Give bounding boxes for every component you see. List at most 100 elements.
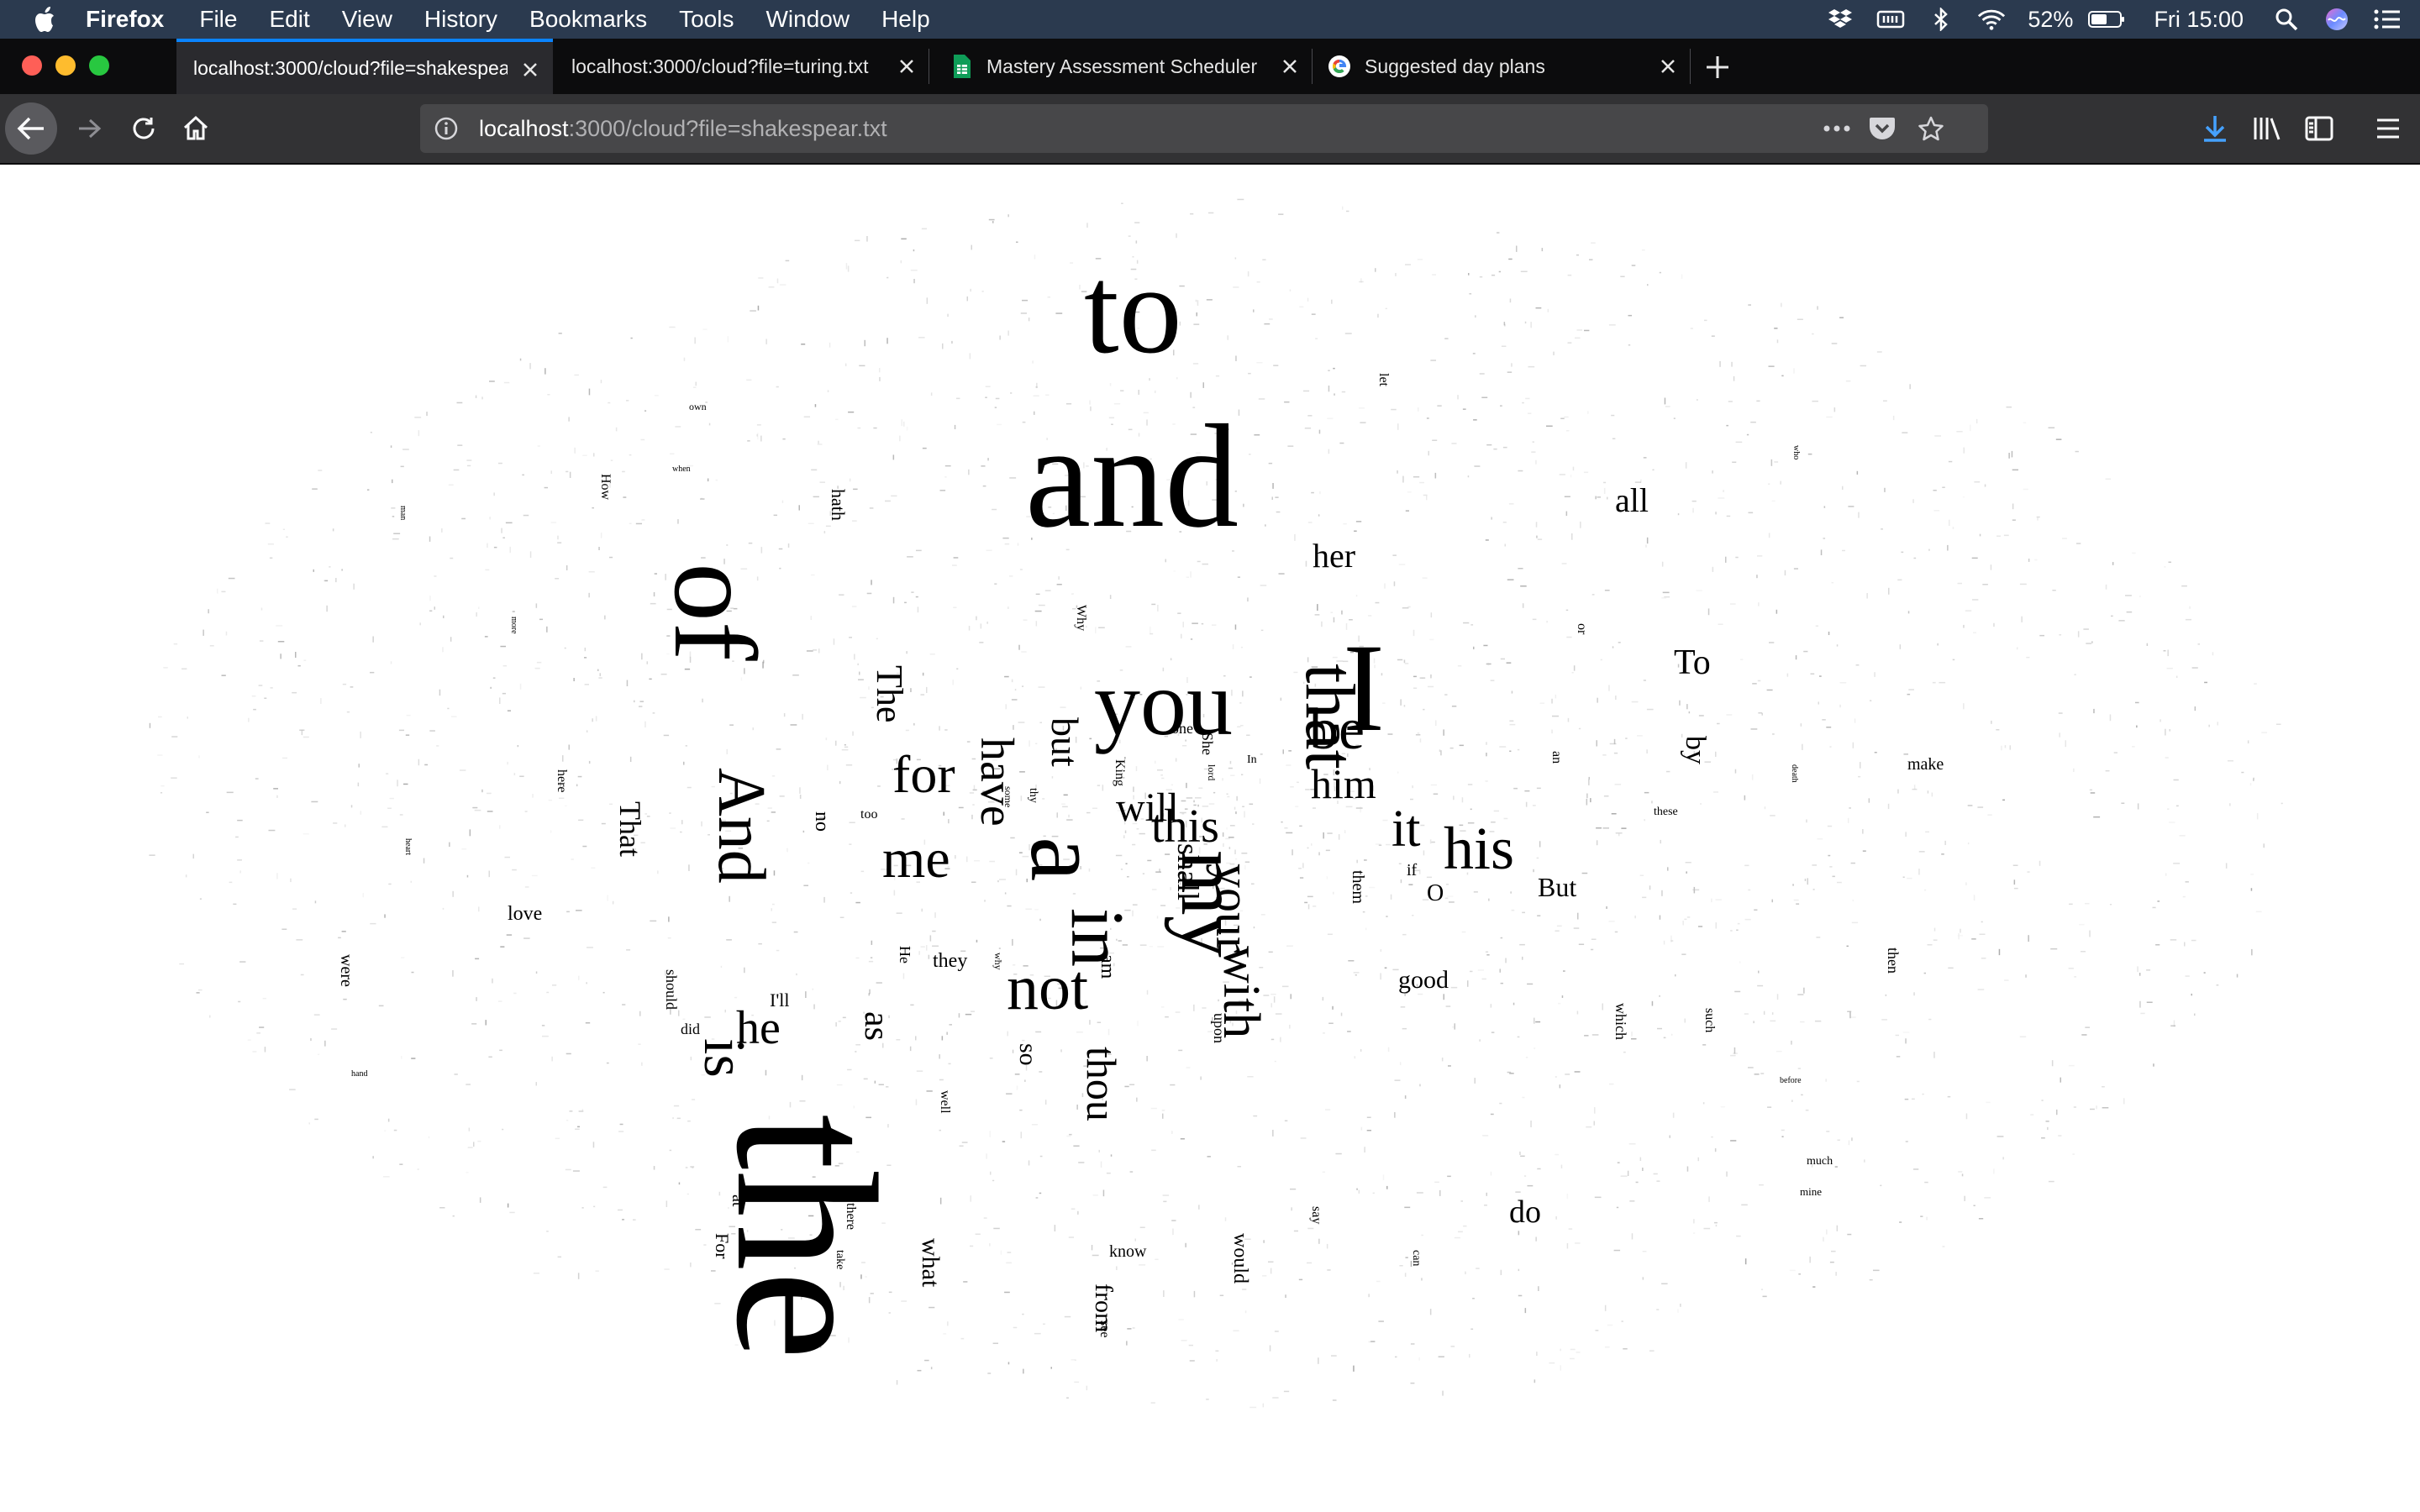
menu-view[interactable]: View bbox=[342, 6, 392, 33]
wifi-icon[interactable] bbox=[1977, 7, 2006, 32]
tab-label: localhost:3000/cloud?file=shakespear.txt bbox=[193, 56, 508, 79]
tab-turing[interactable]: localhost:3000/cloud?file=turing.txt bbox=[553, 39, 929, 94]
word-cloud-word: too bbox=[860, 807, 878, 822]
siri-icon[interactable] bbox=[2323, 7, 2351, 32]
tab-suggested-day-plans[interactable]: Suggested day plans bbox=[1313, 39, 1691, 94]
word-cloud-word: not bbox=[1007, 953, 1089, 1023]
word-cloud-word: But bbox=[1538, 872, 1577, 902]
macos-menu-bar: Firefox File Edit View History Bookmarks… bbox=[0, 0, 2420, 39]
menu-file[interactable]: File bbox=[199, 6, 237, 33]
word-cloud-word: these bbox=[1654, 806, 1678, 818]
notification-center-icon[interactable] bbox=[2373, 7, 2402, 32]
word-cloud-word: say bbox=[1309, 1206, 1323, 1225]
word-cloud-word: take bbox=[834, 1250, 846, 1270]
word-cloud-word: or bbox=[1575, 623, 1589, 635]
url-bar[interactable]: localhost:3000/cloud?file=shakespear.txt bbox=[420, 104, 1988, 153]
sheets-icon bbox=[950, 55, 973, 78]
word-cloud-word: The bbox=[869, 665, 910, 723]
tab-label: localhost:3000/cloud?file=turing.txt bbox=[571, 55, 869, 77]
downloads-icon[interactable] bbox=[2196, 109, 2233, 148]
page-actions-icon[interactable] bbox=[1820, 116, 1854, 141]
home-button[interactable] bbox=[176, 109, 215, 148]
word-cloud-word: one bbox=[1171, 720, 1193, 737]
menu-window[interactable]: Window bbox=[765, 6, 850, 33]
url-host: localhost bbox=[479, 115, 569, 141]
word-cloud-word: the bbox=[695, 1114, 918, 1361]
tab-mastery-assessment-scheduler[interactable]: Mastery Assessment Scheduler bbox=[929, 39, 1313, 94]
word-cloud-word: lord bbox=[1206, 764, 1218, 781]
word-cloud-word: How bbox=[598, 474, 613, 501]
word-cloud-word: an bbox=[1549, 751, 1564, 764]
menu-tools[interactable]: Tools bbox=[679, 6, 734, 33]
word-cloud-word: more bbox=[509, 617, 518, 634]
tab-shakespear[interactable]: localhost:3000/cloud?file=shakespear.txt bbox=[176, 39, 553, 94]
menu-app-firefox[interactable]: Firefox bbox=[86, 6, 164, 33]
display-icon[interactable] bbox=[1876, 7, 1905, 32]
url-path: :3000/cloud?file=shakespear.txt bbox=[568, 115, 887, 141]
word-cloud-word: In bbox=[1247, 753, 1257, 766]
bluetooth-icon[interactable] bbox=[1927, 7, 1955, 32]
zoom-window-button[interactable] bbox=[89, 55, 109, 76]
word-cloud-word: hand bbox=[351, 1069, 368, 1079]
word-cloud-word: at bbox=[729, 1194, 747, 1207]
minimize-window-button[interactable] bbox=[55, 55, 76, 76]
word-cloud-word: by bbox=[1680, 736, 1711, 764]
apple-icon[interactable] bbox=[34, 7, 59, 32]
library-icon[interactable] bbox=[2249, 109, 2286, 148]
word-cloud-word: heart bbox=[403, 838, 413, 855]
word-cloud-word: see bbox=[1097, 1320, 1112, 1338]
word-cloud-word: shall bbox=[1171, 843, 1205, 900]
word-cloud-word: should bbox=[663, 969, 680, 1011]
word-cloud-word: be bbox=[1309, 697, 1365, 762]
word-cloud-word: upon bbox=[1211, 1013, 1228, 1043]
word-cloud-word: he bbox=[736, 1002, 781, 1054]
word-cloud-word: to bbox=[1084, 240, 1182, 380]
word-cloud-word: I'll bbox=[770, 990, 790, 1011]
menu-bookmarks[interactable]: Bookmarks bbox=[529, 6, 647, 33]
word-cloud-word: when bbox=[672, 465, 691, 474]
word-cloud-page: the and to of Iyou a in my that And not is me for his b… bbox=[0, 165, 2420, 1512]
word-cloud-word: if bbox=[1407, 861, 1418, 879]
close-tab-icon[interactable] bbox=[896, 55, 918, 77]
menu-edit[interactable]: Edit bbox=[269, 6, 309, 33]
word-cloud-word: me bbox=[882, 828, 950, 890]
battery-icon[interactable] bbox=[2088, 7, 2125, 32]
word-cloud-word: of bbox=[650, 563, 780, 661]
forward-button[interactable] bbox=[71, 109, 109, 148]
bookmark-star-icon[interactable] bbox=[1916, 114, 1946, 143]
reload-button[interactable] bbox=[124, 109, 163, 148]
spotlight-search-icon[interactable] bbox=[2272, 7, 2301, 32]
word-cloud-word: there bbox=[844, 1203, 858, 1230]
site-info-icon[interactable] bbox=[434, 116, 459, 141]
word-cloud-word: let bbox=[1376, 373, 1391, 386]
word-cloud-word: were bbox=[337, 954, 355, 987]
word-cloud-word: death bbox=[1790, 764, 1799, 783]
close-tab-icon[interactable] bbox=[1657, 55, 1679, 77]
menu-help[interactable]: Help bbox=[881, 6, 930, 33]
word-cloud-word: have bbox=[971, 738, 1023, 827]
menu-history[interactable]: History bbox=[424, 6, 497, 33]
pocket-icon[interactable] bbox=[1867, 114, 1897, 143]
back-button[interactable] bbox=[5, 102, 57, 155]
tab-separator bbox=[1690, 49, 1691, 84]
hamburger-menu-icon[interactable] bbox=[2370, 109, 2407, 148]
browser-tab-strip: localhost:3000/cloud?file=shakespear.txt… bbox=[0, 39, 2420, 94]
tab-label: Mastery Assessment Scheduler bbox=[986, 55, 1258, 77]
close-tab-icon[interactable] bbox=[519, 59, 541, 81]
word-cloud-word: hath bbox=[828, 489, 849, 521]
dropbox-icon[interactable] bbox=[1826, 7, 1854, 32]
word-cloud-word: would bbox=[1229, 1233, 1251, 1284]
word-cloud-word: O bbox=[1427, 880, 1444, 906]
menubar-clock[interactable]: Fri 15:00 bbox=[2154, 7, 2244, 33]
tab-label: Suggested day plans bbox=[1365, 55, 1545, 77]
battery-percentage: 52% bbox=[2028, 6, 2074, 32]
word-cloud-word: his bbox=[1444, 815, 1515, 882]
word-cloud-word: thy bbox=[1027, 788, 1039, 803]
close-window-button[interactable] bbox=[22, 55, 42, 76]
word-cloud-word: why bbox=[992, 953, 1004, 970]
url-text[interactable]: localhost:3000/cloud?file=shakespear.txt bbox=[479, 116, 887, 142]
word-cloud-word: thou bbox=[1078, 1047, 1125, 1121]
close-tab-icon[interactable] bbox=[1279, 55, 1301, 77]
sidebar-toggle-icon[interactable] bbox=[2301, 109, 2338, 148]
new-tab-button[interactable] bbox=[1701, 50, 1734, 84]
